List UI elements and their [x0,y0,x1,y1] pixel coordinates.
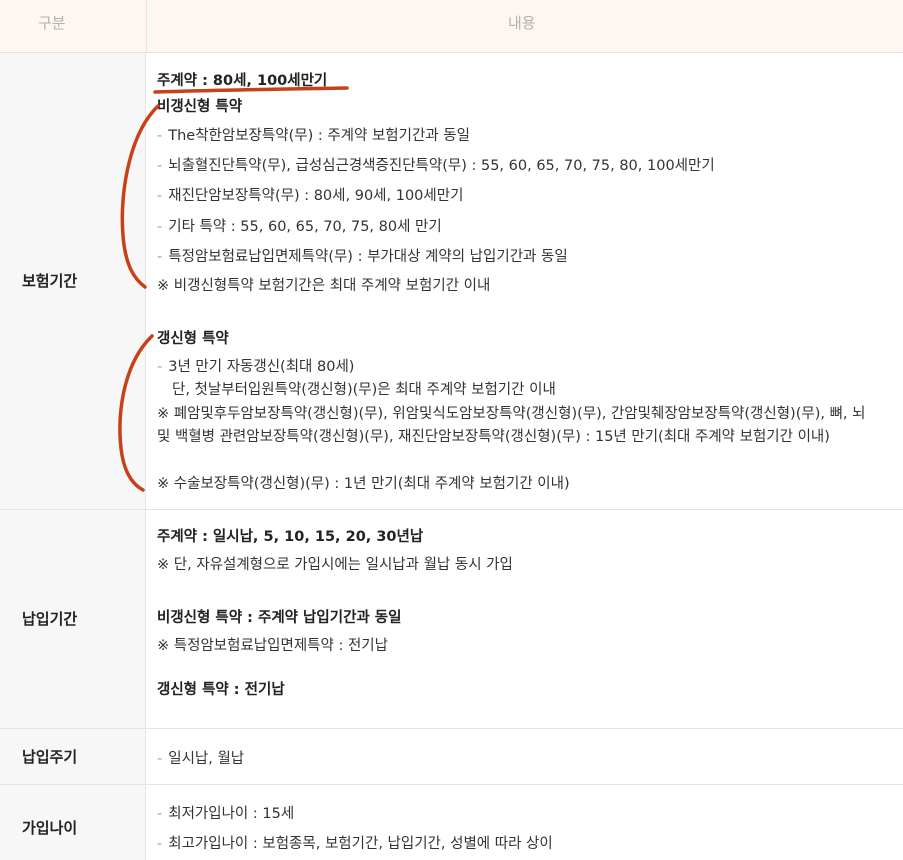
payment-main-note: ※ 단, 자유설계형으로 가입시에는 일시납과 월납 동시 가입 [157,557,513,573]
renew-title: 갱신형 특약 [157,331,229,347]
row-content-payment-period: 주계약 : 일시납, 5, 10, 15, 20, 30년납 ※ 단, 자유설계… [157,510,887,728]
row-label-payment-cycle: 납입주기 [22,748,78,766]
list-item-text: 일시납, 월납 [168,751,245,767]
list-item-text: 최고가입나이 : 보험종목, 보험기간, 납입기간, 성별에 따라 상이 [168,836,553,852]
renew-note-2: ※ 수술보장특약(갱신형)(무) : 1년 만기(최대 주계약 보험기간 이내) [157,476,570,492]
row-content-payment-cycle: - 일시납, 월납 [157,729,887,784]
dash-bullet: - [157,128,163,144]
table-row-payment-cycle: 납입주기 - 일시납, 월납 [0,729,903,785]
dash-bullet: - [157,836,163,852]
list-item: - 최고가입나이 : 보험종목, 보험기간, 납입기간, 성별에 따라 상이 [157,832,553,853]
row-label-entry-age: 가입나이 [22,819,78,837]
payment-nonrenew: 비갱신형 특약 : 주계약 납입기간과 동일 [157,610,402,626]
row-content-insurance-period: 주계약 : 80세, 100세만기 비갱신형 특약 - The착한암보장특약(무)… [157,53,887,509]
row-label-payment-period: 납입기간 [22,610,78,628]
table-row-insurance-period: 보험기간 주계약 : 80세, 100세만기 비갱신형 특약 - The착한암보장… [0,53,903,510]
list-item-text: 재진단암보장특약(무) : 80세, 90세, 100세만기 [168,188,464,204]
list-item: - 최저가입나이 : 15세 [157,802,294,823]
payment-main: 주계약 : 일시납, 5, 10, 15, 20, 30년납 [157,529,424,545]
payment-renew: 갱신형 특약 : 전기납 [157,682,285,698]
list-item: - 재진단암보장특약(무) : 80세, 90세, 100세만기 [157,184,463,205]
payment-nonrenew-note: ※ 특정암보험료납입면제특약 : 전기납 [157,638,388,654]
header-divider [146,0,147,52]
header-col-category: 구분 [38,14,66,32]
list-item-text: 최저가입나이 : 15세 [168,806,295,822]
dash-bullet: - [157,806,163,822]
list-item: - 특정암보험료납입면제특약(무) : 부가대상 계약의 납입기간과 동일 [157,245,568,266]
list-item-text: 3년 만기 자동갱신(최대 80세) [168,359,355,375]
label-cell: 가입나이 [0,785,146,860]
table-row-entry-age: 가입나이 - 최저가입나이 : 15세 - 최고가입나이 : 보험종목, 보험기간,… [0,785,903,860]
renew-item-sub: 단, 첫날부터입원특약(갱신형)(무)은 최대 주계약 보험기간 이내 [172,382,556,398]
list-item-text: 특정암보험료납입면제특약(무) : 부가대상 계약의 납입기간과 동일 [168,249,568,265]
dash-bullet: - [157,188,163,204]
renew-note-1: ※ 폐암및후두암보장특약(갱신형)(무), 위암및식도암보장특약(갱신형)(무)… [157,406,866,445]
label-cell: 납입기간 [0,510,146,728]
nonrenew-note: ※ 비갱신형특약 보험기간은 최대 주계약 보험기간 이내 [157,278,491,294]
list-item: - 기타 특약 : 55, 60, 65, 70, 75, 80세 만기 [157,215,442,236]
row-label-insurance-period: 보험기간 [22,272,78,290]
main-contract-period: 주계약 : 80세, 100세만기 [157,73,328,89]
list-item: - The착한암보장특약(무) : 주계약 보험기간과 동일 [157,124,470,145]
dash-bullet: - [157,219,163,235]
table-header: 구분 내용 [0,0,903,53]
label-cell: 납입주기 [0,729,146,784]
list-item-text: The착한암보장특약(무) : 주계약 보험기간과 동일 [168,128,470,144]
dash-bullet: - [157,158,163,174]
row-content-entry-age: - 최저가입나이 : 15세 - 최고가입나이 : 보험종목, 보험기간, 납입기간… [157,785,887,860]
list-item: - 뇌출혈진단특약(무), 급성심근경색증진단특약(무) : 55, 60, 65… [157,154,715,175]
list-item: -3년 만기 자동갱신(최대 80세) [157,355,354,376]
nonrenew-title: 비갱신형 특약 [157,99,243,115]
header-col-content: 내용 [508,14,536,32]
dash-bullet: - [157,359,163,375]
table-row-payment-period: 납입기간 주계약 : 일시납, 5, 10, 15, 20, 30년납 ※ 단,… [0,510,903,729]
label-cell: 보험기간 [0,53,146,509]
list-item-text: 기타 특약 : 55, 60, 65, 70, 75, 80세 만기 [168,219,442,235]
dash-bullet: - [157,249,163,265]
list-item-text: 뇌출혈진단특약(무), 급성심근경색증진단특약(무) : 55, 60, 65,… [168,158,715,174]
dash-bullet: - [157,751,163,767]
list-item: - 일시납, 월납 [157,747,244,768]
